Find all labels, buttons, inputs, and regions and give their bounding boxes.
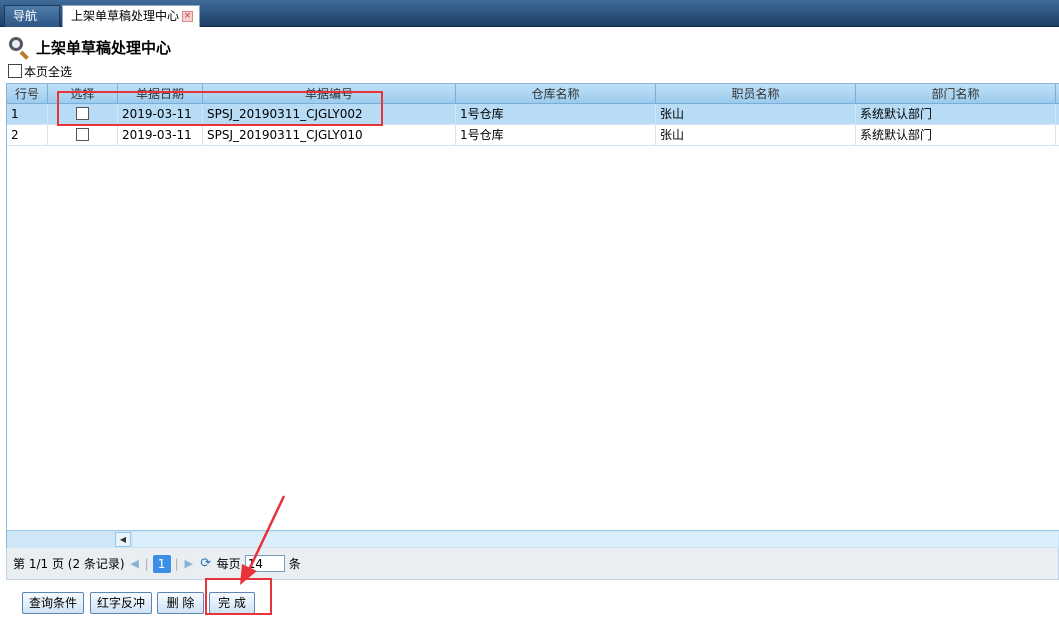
row-no: 1	[7, 104, 48, 125]
tab-label: 导航	[13, 9, 38, 23]
page-size-unit: 条	[288, 557, 301, 571]
table-row[interactable]: 2 2019-03-11 SPSJ_20190311_CJGLY010 1号仓库…	[7, 125, 1059, 146]
scroll-left-icon[interactable]: ◀	[115, 532, 131, 547]
query-conditions-button[interactable]: 查询条件	[22, 592, 84, 614]
page-title: 上架单草稿处理中心	[8, 36, 172, 60]
select-all-checkbox[interactable]	[8, 64, 22, 78]
button-bar: 查询条件 红字反冲 删 除 完 成	[0, 588, 1059, 620]
row-checkbox[interactable]	[76, 128, 89, 141]
column-header-warehouse[interactable]: 仓库名称	[456, 84, 656, 104]
magnifier-icon	[8, 36, 30, 60]
row-dept: 系统默认部门	[856, 104, 1056, 125]
column-header-row-no[interactable]: 行号	[7, 84, 48, 104]
prev-page-icon[interactable]: ◀	[129, 557, 141, 570]
refresh-icon[interactable]: ⟳	[199, 556, 213, 571]
row-warehouse: 1号仓库	[456, 125, 656, 146]
pager: 第 1/1 页 (2 条记录) ◀ | 1 | ▶ ⟳ 每页 条	[6, 548, 1059, 580]
annotation-box-complete	[205, 578, 272, 615]
row-date: 2019-03-11	[118, 125, 203, 146]
per-page-label: 每页	[216, 557, 241, 571]
horizontal-scrollbar[interactable]: ◀	[7, 530, 1059, 548]
row-staff: 张山	[656, 104, 856, 125]
row-warehouse: 1号仓库	[456, 104, 656, 125]
delete-button[interactable]: 删 除	[157, 592, 204, 614]
tab-bar: 导航 上架单草稿处理中心 ×	[0, 0, 1059, 27]
draft-grid: 行号 选择 单据日期 单据编号 仓库名称 职员名称 部门名称 1 2019-03…	[6, 83, 1059, 548]
divider: |	[144, 556, 149, 571]
select-all[interactable]: 本页全选	[8, 63, 72, 79]
row-dept: 系统默认部门	[856, 125, 1056, 146]
next-page-icon[interactable]: ▶	[183, 557, 195, 570]
annotation-box-row	[57, 91, 383, 126]
row-staff: 张山	[656, 125, 856, 146]
column-header-staff[interactable]: 职员名称	[656, 84, 856, 104]
close-icon[interactable]: ×	[182, 11, 193, 22]
page-title-text: 上架单草稿处理中心	[36, 38, 172, 57]
row-select-cell	[48, 125, 118, 146]
tab-navigation[interactable]: 导航	[4, 5, 60, 27]
scroll-track[interactable]	[133, 532, 1058, 547]
current-page-button[interactable]: 1	[152, 554, 171, 573]
page-size-input[interactable]	[244, 555, 285, 572]
row-code: SPSJ_20190311_CJGLY010	[203, 125, 456, 146]
tab-putaway-draft-center[interactable]: 上架单草稿处理中心 ×	[62, 5, 200, 27]
tab-label: 上架单草稿处理中心	[71, 9, 180, 23]
red-reverse-button[interactable]: 红字反冲	[90, 592, 152, 614]
column-header-dept[interactable]: 部门名称	[856, 84, 1056, 104]
row-no: 2	[7, 125, 48, 146]
page-info: 第 1/1 页 (2 条记录)	[13, 557, 125, 571]
divider: |	[174, 556, 179, 571]
select-all-label: 本页全选	[24, 64, 73, 79]
